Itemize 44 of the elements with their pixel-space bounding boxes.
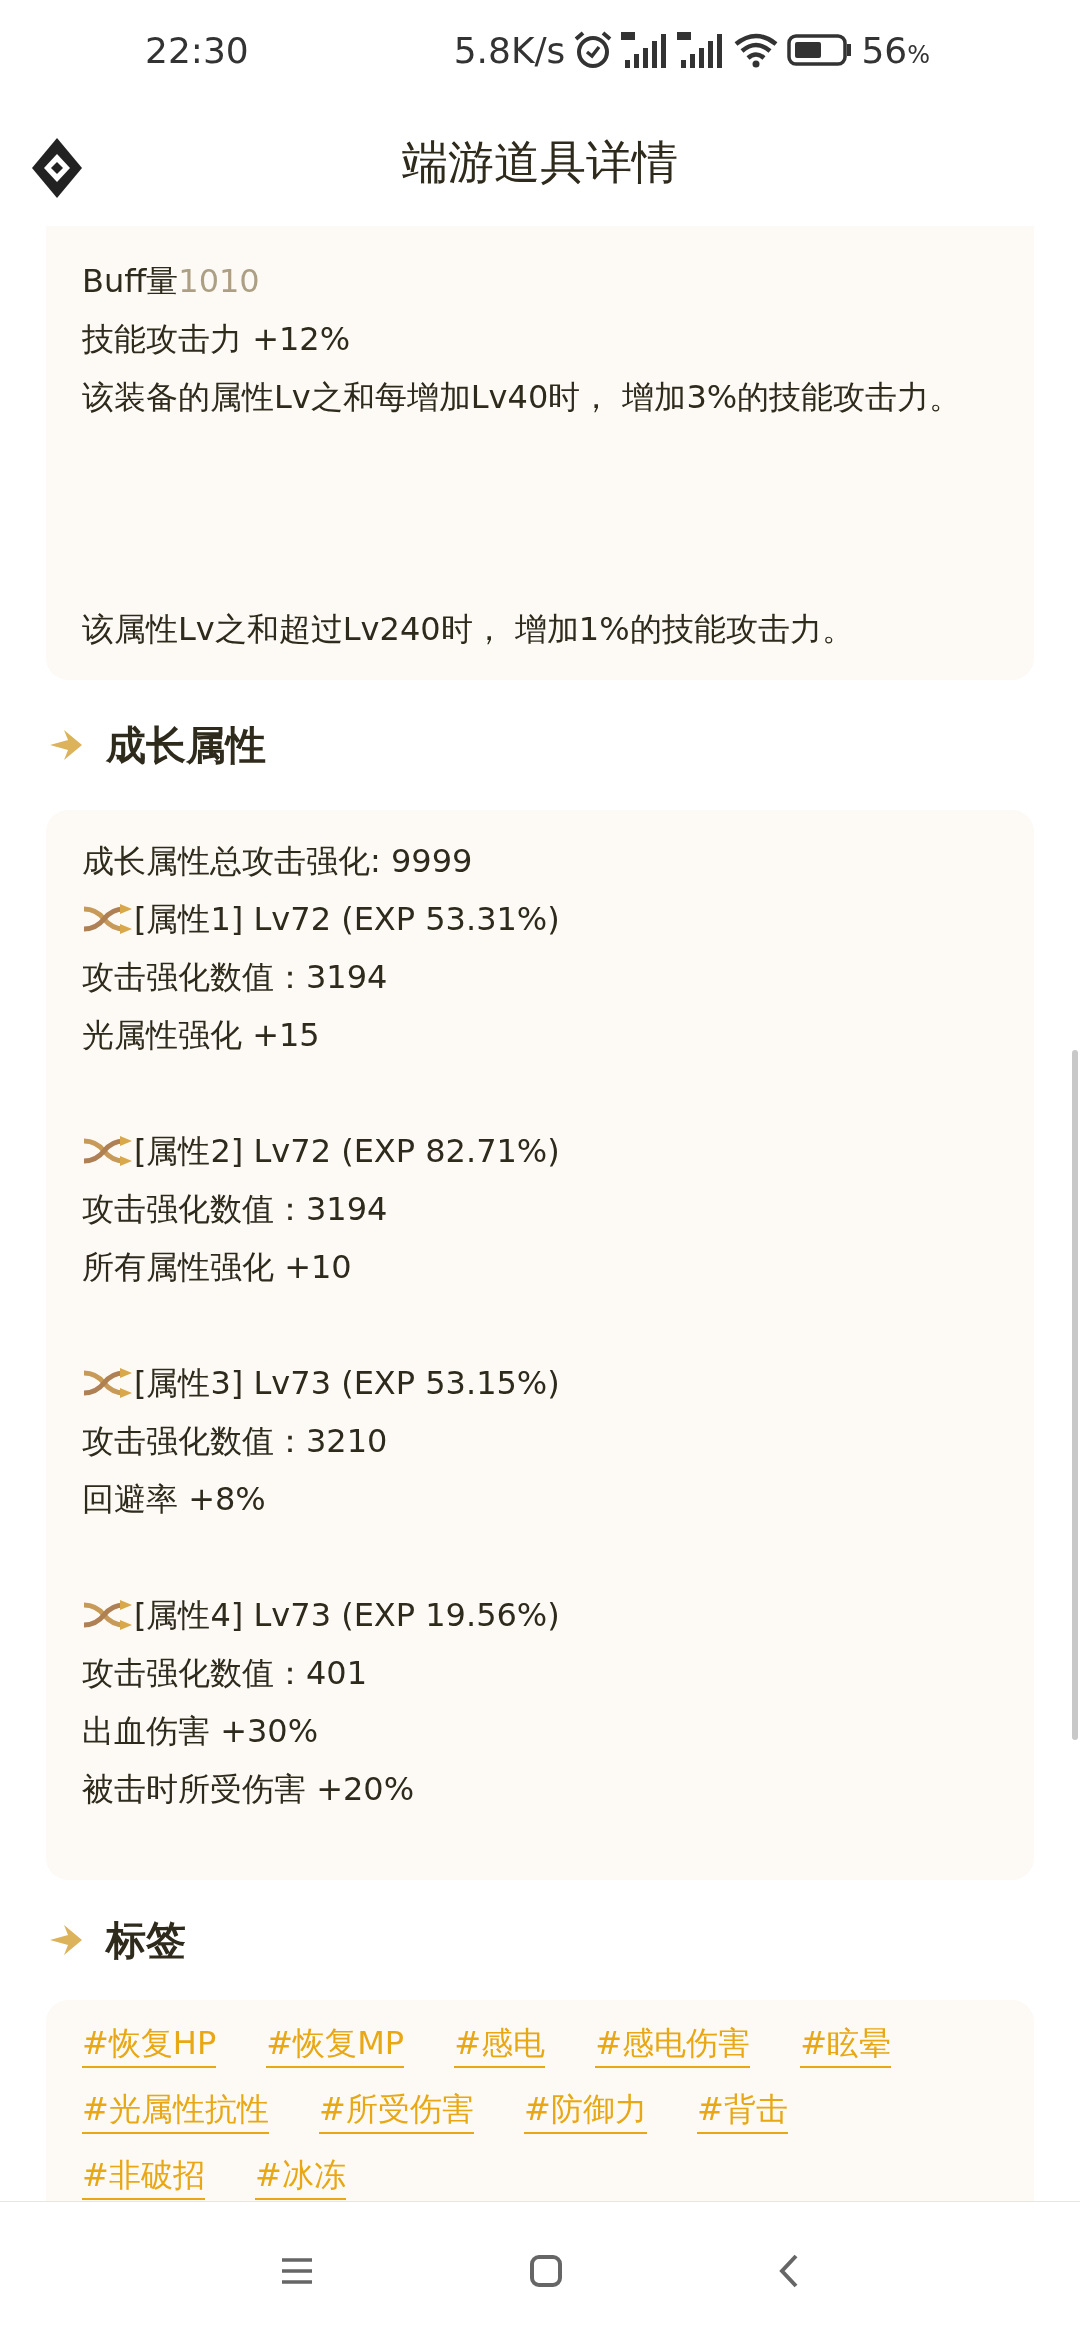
tag-link[interactable]: #感电 — [454, 2020, 546, 2068]
attribute-text: 出血伤害 +30% — [82, 1711, 320, 1752]
attribute-text: 攻击强化数值：3194 — [82, 957, 389, 998]
wifi-icon — [733, 32, 780, 68]
attribute-title: [属性1] Lv72 (EXP 53.31%) — [134, 899, 560, 940]
shuffle-icon — [82, 904, 134, 934]
tag-link[interactable]: #眩晕 — [800, 2020, 891, 2068]
attribute-title: [属性3] Lv73 (EXP 53.15%) — [134, 1363, 560, 1404]
alarm-icon — [573, 30, 614, 70]
stat-line: Buff量1010 — [82, 261, 261, 302]
home-icon[interactable] — [529, 2254, 563, 2288]
effect-text: 技能攻击力 +12% — [82, 319, 352, 360]
effect-text: 该装备的属性Lv之和每增加Lv40时， 增加3%的技能攻击力。 — [82, 377, 963, 418]
diamond-logo-icon[interactable] — [32, 138, 82, 198]
attribute-text: 回避率 +8% — [82, 1479, 267, 1520]
battery-icon — [787, 33, 854, 67]
attribute-text: 攻击强化数值：3210 — [82, 1421, 389, 1462]
tag-link[interactable]: #恢复MP — [266, 2020, 405, 2068]
effect-text: 该属性Lv之和超过Lv240时， 增加1%的技能攻击力。 — [82, 609, 855, 650]
tag-link[interactable]: #所受伤害 — [319, 2086, 474, 2134]
back-icon[interactable] — [778, 2253, 800, 2289]
section-heading: 标签 — [106, 1915, 186, 1965]
attribute-text: 所有属性强化 +10 — [82, 1247, 353, 1288]
attribute-text: 被击时所受伤害 +20% — [82, 1769, 416, 1810]
attribute-text: 光属性强化 +15 — [82, 1015, 321, 1056]
tag-link[interactable]: #光属性抗性 — [82, 2086, 269, 2134]
attribute-text: 攻击强化数值：3194 — [82, 1189, 389, 1230]
tag-link[interactable]: #感电伤害 — [595, 2020, 751, 2068]
tag-link[interactable]: #背击 — [696, 2086, 788, 2134]
tag-link[interactable]: #防御力 — [523, 2086, 647, 2134]
menu-icon[interactable] — [280, 2256, 314, 2286]
attribute-text: 攻击强化数值：401 — [82, 1653, 369, 1694]
section-heading: 成长属性 — [106, 720, 266, 770]
tag-link[interactable]: #恢复HP — [82, 2020, 217, 2068]
attribute-title: [属性2] Lv72 (EXP 82.71%) — [134, 1131, 560, 1172]
shuffle-icon — [82, 1368, 134, 1398]
battery-level: 56% — [861, 29, 930, 71]
attribute-title: [属性4] Lv73 (EXP 19.56%) — [134, 1595, 560, 1636]
clock: 22:30 — [145, 29, 249, 71]
page-title: 端游道具详情 — [402, 134, 678, 191]
summary-text: 成长属性总攻击强化: 9999 — [82, 841, 474, 882]
shuffle-icon — [82, 1136, 134, 1166]
network-speed: 5.8K/s — [453, 29, 566, 71]
shuffle-icon — [82, 1600, 134, 1630]
